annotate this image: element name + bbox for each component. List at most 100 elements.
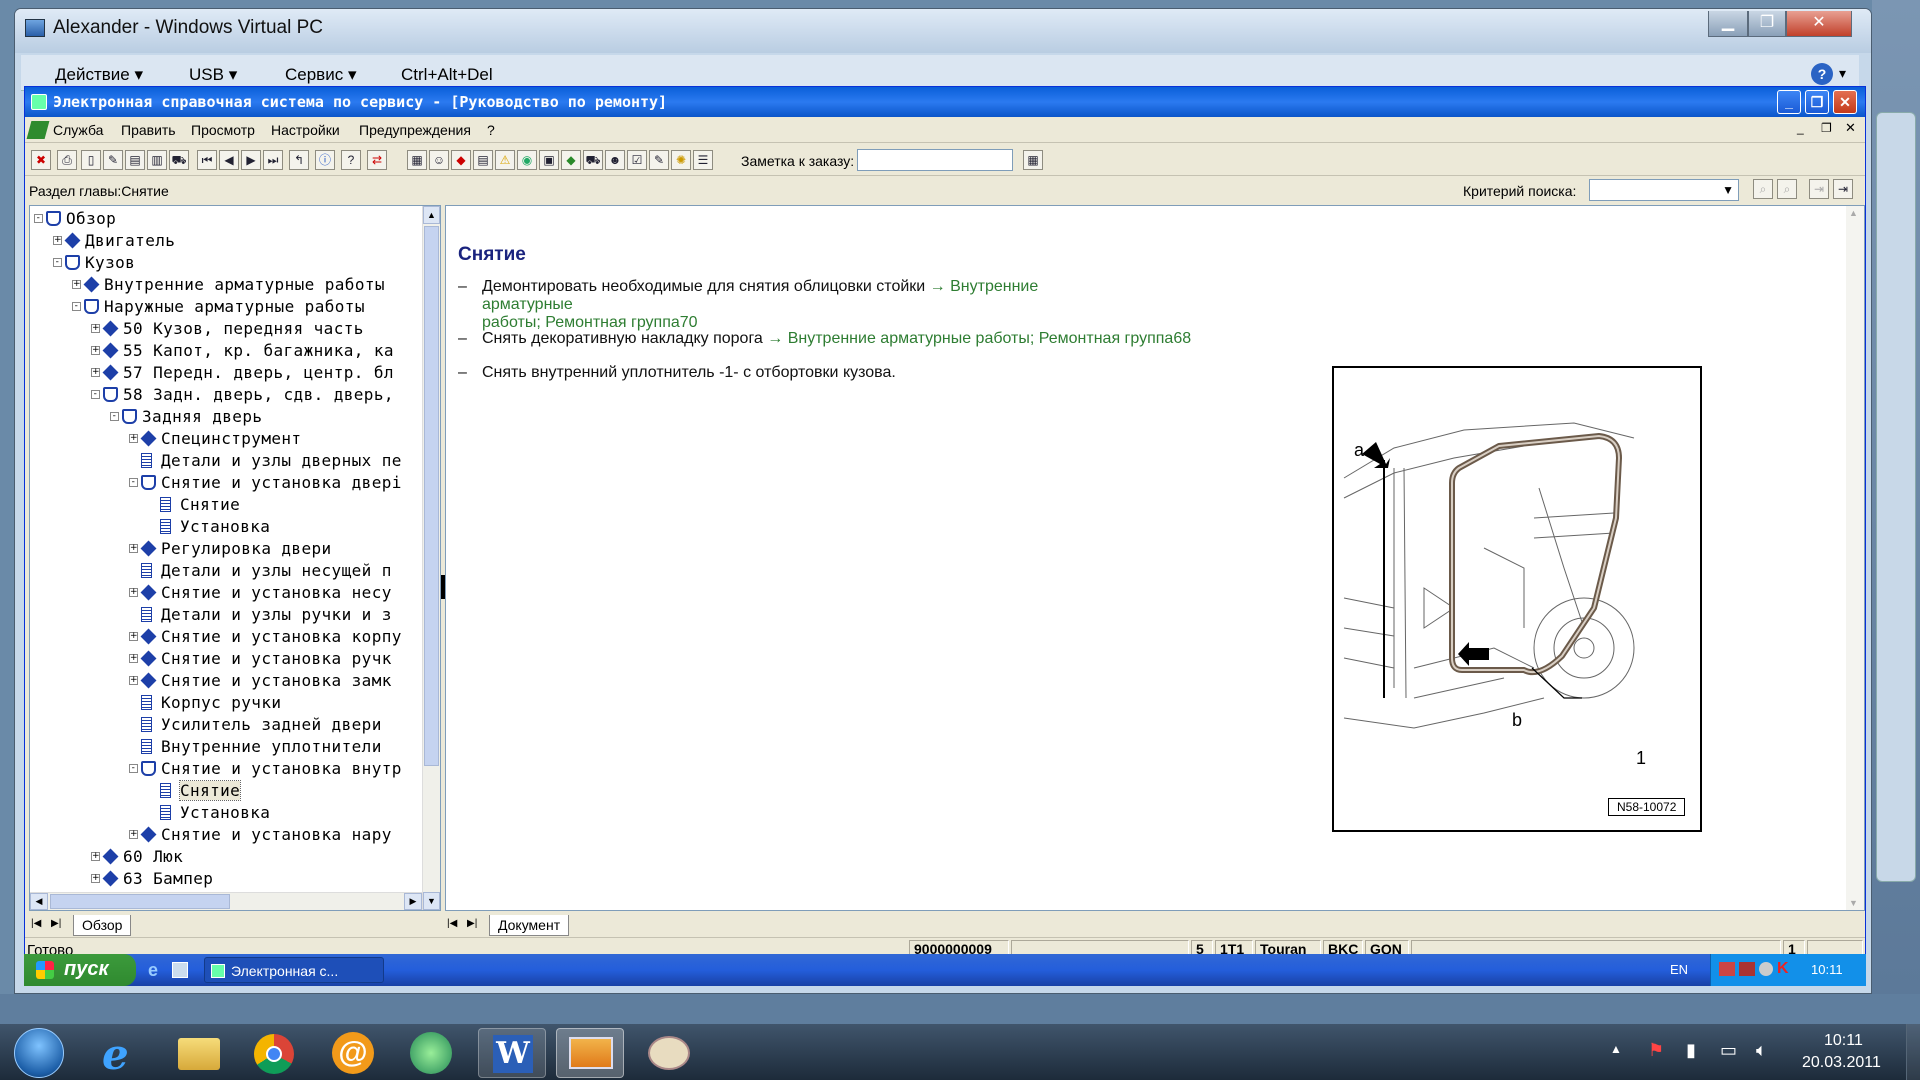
search-prev-icon[interactable]: ⇥	[1809, 179, 1829, 199]
expand-icon[interactable]: +	[129, 434, 138, 443]
search-jump-icon[interactable]: ⇥	[1833, 179, 1853, 199]
collapse-icon[interactable]: -	[129, 478, 138, 487]
power-icon[interactable]: ▮	[1686, 1040, 1696, 1061]
maximize-button[interactable]: ❐	[1748, 11, 1786, 37]
vehicle-icon[interactable]: ⛟	[583, 150, 603, 170]
mail-taskbar-icon[interactable]: @	[318, 1028, 386, 1078]
expand-icon[interactable]: +	[72, 280, 81, 289]
tree-item[interactable]: - Снятие и установка внутр	[30, 758, 422, 780]
tree-item[interactable]: Установка	[30, 802, 422, 824]
clipboard-icon[interactable]: ▣	[539, 150, 559, 170]
expand-icon[interactable]: +	[91, 874, 100, 883]
green-book-icon[interactable]: ◆	[561, 150, 581, 170]
app-maximize-button[interactable]: ❐	[1805, 90, 1829, 114]
expand-icon[interactable]: +	[53, 236, 62, 245]
tab-prev[interactable]: |◀	[31, 918, 41, 929]
collapse-icon[interactable]: -	[72, 302, 81, 311]
language-indicator[interactable]: EN	[1670, 962, 1688, 977]
tree-item[interactable]: + Снятие и установка корпу	[30, 626, 422, 648]
explorer-taskbar-icon[interactable]	[164, 1028, 232, 1078]
link-repair-group-68[interactable]: → Внутренние арматурные работы; Ремонтна…	[767, 330, 1191, 347]
tree-item[interactable]: Установка	[30, 516, 422, 538]
tray-antivirus-icon[interactable]: K	[1777, 960, 1789, 978]
doc-scroll-down[interactable]: ▼	[1849, 898, 1858, 908]
tab-next[interactable]: ▶|	[51, 918, 61, 929]
tray-volume-icon[interactable]	[1759, 962, 1773, 976]
edit-page-icon[interactable]: ✎	[103, 150, 123, 170]
tree-item[interactable]: - Задняя дверь	[30, 406, 422, 428]
show-hidden-icons[interactable]: ▲	[1610, 1042, 1622, 1056]
menu-view[interactable]: Просмотр	[191, 122, 255, 138]
doc-tab-next[interactable]: ▶|	[467, 918, 477, 929]
start-button[interactable]: пуск	[24, 954, 136, 986]
tree-item[interactable]: + Двигатель	[30, 230, 422, 252]
expand-icon[interactable]: +	[129, 588, 138, 597]
first-page-icon[interactable]: ⏮	[197, 150, 217, 170]
hint-icon[interactable]: ?	[341, 150, 361, 170]
mdi-restore-button[interactable]: ❐	[1821, 121, 1832, 135]
win7-start-orb[interactable]	[14, 1028, 64, 1078]
globe-icon[interactable]: ◉	[517, 150, 537, 170]
win7-time[interactable]: 10:11	[1824, 1032, 1863, 1050]
tree-item[interactable]: Снятие	[30, 494, 422, 516]
collapse-icon[interactable]: -	[53, 258, 62, 267]
tree-item[interactable]: - Наружные арматурные работы	[30, 296, 422, 318]
app-close-button[interactable]: ✕	[1833, 90, 1857, 114]
menu-help[interactable]: ?	[487, 122, 495, 138]
people-icon[interactable]: ☻	[605, 150, 625, 170]
menu-edit[interactable]: Править	[121, 122, 176, 138]
menu-action[interactable]: Действие ▾	[55, 65, 143, 85]
tree-item[interactable]: Детали и узлы дверных пе	[30, 450, 422, 472]
collapse-icon[interactable]: -	[91, 390, 100, 399]
tab-overview[interactable]: Обзор	[73, 915, 132, 936]
notes-icon[interactable]: ▥	[147, 150, 167, 170]
mdi-close-button[interactable]: ✕	[1845, 120, 1856, 136]
word-taskbar-icon[interactable]: W	[478, 1028, 546, 1078]
action-center-icon[interactable]: ⚑	[1648, 1040, 1664, 1061]
search-icon[interactable]: ⌕	[1753, 179, 1773, 199]
chrome-taskbar-icon[interactable]	[240, 1028, 308, 1078]
tree-item[interactable]: Усилитель задней двери	[30, 714, 422, 736]
tree-item[interactable]: + Снятие и установка замк	[30, 670, 422, 692]
menu-settings[interactable]: Настройки	[271, 122, 340, 138]
next-icon[interactable]: ▶	[241, 150, 261, 170]
tree-item[interactable]: +55 Капот, кр. багажника, ка	[30, 340, 422, 362]
tree-item[interactable]: Снятие	[30, 780, 422, 802]
expand-icon[interactable]: +	[129, 676, 138, 685]
taskbar-task-button[interactable]: Электронная с...	[204, 957, 384, 983]
swap-icon[interactable]: ⇄	[367, 150, 387, 170]
collapse-icon[interactable]: -	[110, 412, 119, 421]
person-icon[interactable]: ☺	[429, 150, 449, 170]
print-icon[interactable]: ⎙	[57, 150, 77, 170]
up-level-icon[interactable]: ↰	[289, 150, 309, 170]
exit-icon[interactable]: ✖	[31, 150, 51, 170]
close-button[interactable]: ✕	[1786, 11, 1852, 37]
tray-network-icon[interactable]	[1719, 962, 1735, 976]
menu-service-app[interactable]: Служба	[53, 122, 103, 138]
tree-item[interactable]: +57 Передн. дверь, центр. бл	[30, 362, 422, 384]
tree-item[interactable]: - Снятие и установка двері	[30, 472, 422, 494]
tree-item[interactable]: Корпус ручки	[30, 692, 422, 714]
form-icon[interactable]: ☑	[627, 150, 647, 170]
paint-taskbar-icon[interactable]	[634, 1028, 702, 1078]
scroll-right-button[interactable]: ▶	[404, 893, 422, 910]
tree-item[interactable]: +60 Люк	[30, 846, 422, 868]
tree-vertical-scrollbar[interactable]: ▲ ▼	[422, 206, 440, 910]
app-minimize-button[interactable]: _	[1777, 90, 1801, 114]
note-edit-icon[interactable]: ▦	[1023, 150, 1043, 170]
collapse-icon[interactable]: -	[34, 214, 43, 223]
search-next-icon[interactable]: ⌕	[1777, 179, 1797, 199]
tools-icon[interactable]: ✎	[649, 150, 669, 170]
scroll-left-button[interactable]: ◀	[30, 893, 48, 910]
expand-icon[interactable]: +	[129, 632, 138, 641]
win7-date[interactable]: 20.03.2011	[1802, 1054, 1881, 1072]
doc-scrollbar[interactable]: ▲ ▼	[1846, 206, 1864, 910]
checklist-icon[interactable]: ▤	[473, 150, 493, 170]
info-icon[interactable]: ⓘ	[315, 150, 335, 170]
doc-tab-prev[interactable]: |◀	[447, 918, 457, 929]
document-icon[interactable]: ▤	[125, 150, 145, 170]
doc-scroll-up[interactable]: ▲	[1849, 208, 1858, 218]
ie-quicklaunch-icon[interactable]: e	[148, 960, 158, 981]
tree-item[interactable]: - 58 Задн. дверь, сдв. дверь,	[30, 384, 422, 406]
menu-warnings[interactable]: Предупреждения	[359, 122, 471, 138]
